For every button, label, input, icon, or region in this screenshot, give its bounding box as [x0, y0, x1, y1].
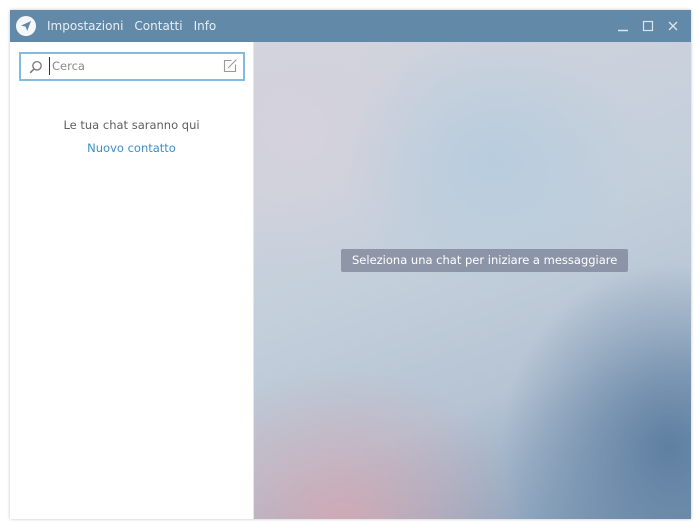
app-window: Impostazioni Contatti Info Cerca Le tua …	[10, 10, 691, 519]
close-button[interactable]	[661, 10, 685, 42]
select-chat-placeholder: Seleziona una chat per iniziare a messag…	[341, 249, 629, 272]
search-field[interactable]	[19, 52, 245, 81]
minimize-icon	[618, 29, 628, 32]
menu-item-settings[interactable]: Impostazioni	[47, 19, 123, 33]
chat-area: Seleziona una chat per iniziare a messag…	[254, 42, 691, 519]
compose-icon[interactable]	[222, 58, 238, 78]
telegram-logo-icon	[16, 16, 36, 36]
title-bar[interactable]: Impostazioni Contatti Info	[10, 10, 691, 42]
empty-chat-list-text: Le tua chat saranno qui	[63, 118, 200, 132]
search-icon	[29, 59, 43, 78]
menu-item-info[interactable]: Info	[194, 19, 217, 33]
new-contact-link[interactable]: Nuovo contatto	[10, 141, 253, 155]
menu-item-contacts[interactable]: Contatti	[134, 19, 182, 33]
window-controls	[610, 10, 691, 42]
search-input[interactable]	[49, 57, 212, 75]
main-menu: Impostazioni Contatti Info	[47, 19, 227, 33]
close-icon	[668, 21, 678, 31]
maximize-icon	[642, 20, 654, 32]
chat-list-sidebar: Le tua chat saranno qui Nuovo contatto	[10, 42, 254, 519]
minimize-button[interactable]	[611, 10, 635, 42]
maximize-button[interactable]	[636, 10, 660, 42]
